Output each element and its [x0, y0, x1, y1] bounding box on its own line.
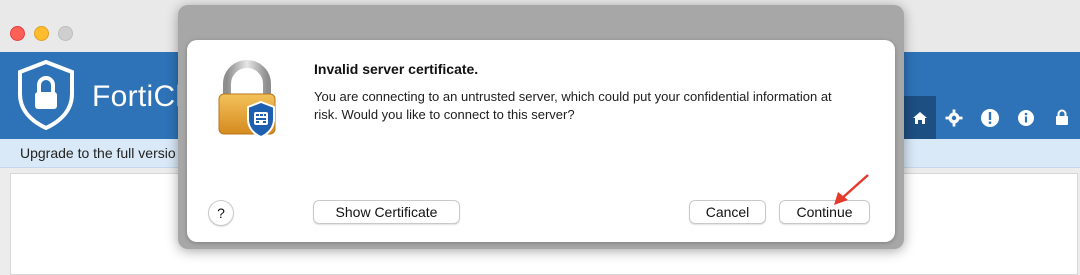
- dialog-title: Invalid server certificate.: [314, 61, 479, 77]
- gear-icon[interactable]: [936, 96, 972, 139]
- cancel-button[interactable]: Cancel: [689, 200, 766, 224]
- red-arrow-annotation: [834, 174, 869, 205]
- help-button[interactable]: ?: [208, 200, 234, 226]
- upgrade-banner-text: Upgrade to the full versio: [20, 145, 176, 161]
- alert-icon[interactable]: [972, 96, 1008, 139]
- zoom-window-button[interactable]: [58, 26, 73, 41]
- lock-icon[interactable]: [1044, 96, 1080, 139]
- header-nav: [904, 96, 1080, 139]
- padlock-certificate-icon: [218, 60, 276, 139]
- close-window-button[interactable]: [10, 26, 25, 41]
- forticlient-shield-logo: [18, 60, 74, 130]
- info-icon[interactable]: [1008, 96, 1044, 139]
- minimize-window-button[interactable]: [34, 26, 49, 41]
- certificate-warning-dialog: Invalid server certificate. You are conn…: [187, 40, 895, 242]
- home-icon[interactable]: [904, 96, 936, 139]
- show-certificate-button[interactable]: Show Certificate: [313, 200, 460, 224]
- app-brand-name: FortiCli: [92, 80, 190, 113]
- dialog-message: You are connecting to an untrusted serve…: [314, 89, 832, 122]
